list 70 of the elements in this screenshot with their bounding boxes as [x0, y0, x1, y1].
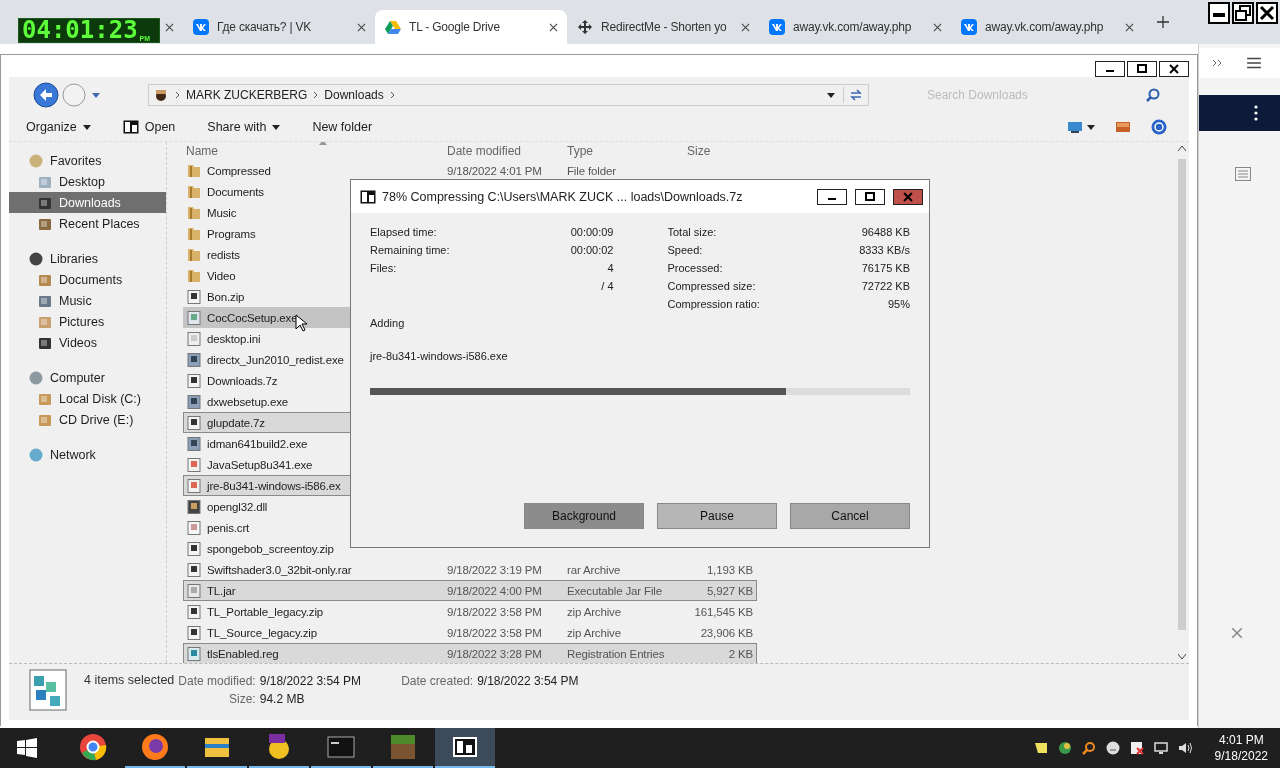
file-name: penis.crt	[207, 521, 250, 534]
stat-value: 00:00:02	[570, 244, 614, 256]
tray-date: 9/18/2022	[1214, 748, 1268, 764]
stat-label: Remaining time:	[370, 244, 450, 256]
stat-value: 4	[607, 262, 614, 274]
date-cell-text: 9/18/2022 3:58 PM	[447, 605, 543, 618]
action-label: Adding	[370, 317, 406, 331]
file-name: opengl32.dll	[207, 500, 268, 513]
date-cell-text: 9/18/2022 3:58 PM	[447, 626, 543, 639]
size-cell-text: 1,193 KB	[705, 563, 753, 576]
stat-label: Compression ratio:	[667, 298, 760, 310]
file-name: Video	[207, 269, 236, 282]
size-cell-text: 2 KB	[727, 647, 753, 660]
stat-label: Compressed size:	[667, 280, 756, 292]
size-cell-text: 5,927 KB	[705, 584, 753, 597]
stat-value: 95%	[887, 298, 910, 310]
file-name: Swiftshader3.0_32bit-only.rar	[207, 563, 352, 576]
file-name: idman641build2.exe	[207, 437, 308, 450]
stat-value: 00:00:09	[570, 226, 614, 238]
stat-label: Total size:	[667, 226, 717, 238]
size-cell-text: 161,545 KB	[693, 605, 753, 618]
type-cell-text: File folder	[567, 164, 617, 177]
stat-value: / 4	[601, 280, 614, 292]
file-name: Documents	[207, 185, 264, 198]
file-name: redists	[207, 248, 240, 261]
stat-value: 76175 KB	[861, 262, 910, 274]
file-name: Compressed	[207, 164, 271, 177]
dialog-title: 78% Compressing C:\Users\MARK ZUCK ... loads\Downloads.7z	[382, 189, 743, 204]
file-name: desktop.ini	[207, 332, 261, 345]
type-cell-text: Registration Entries	[567, 647, 666, 660]
detail-value: 94.2 MB	[259, 692, 306, 706]
date-cell-text: 9/18/2022 3:28 PM	[447, 647, 543, 660]
detail-value: 9/18/2022 3:54 PM	[477, 674, 579, 688]
clock-time: 04:01:23	[22, 18, 138, 42]
detail-label: Date created:	[401, 674, 474, 688]
stat-value: 96488 KB	[861, 226, 910, 238]
type-cell-text: Executable Jar File	[567, 584, 663, 597]
stat-label: Processed:	[667, 262, 723, 274]
stat-label: Speed:	[667, 244, 703, 256]
stat-value: 8333 KB/s	[859, 244, 910, 256]
selection-count: 4 items selected	[84, 673, 175, 687]
type-cell-text: zip Archive	[567, 626, 622, 639]
file-name: Programs	[207, 227, 256, 240]
file-name: glupdate.7z	[207, 416, 265, 429]
file-name: Downloads.7z	[207, 374, 278, 387]
stat-value: 72722 KB	[861, 280, 910, 292]
date-cell-text: 9/18/2022 4:00 PM	[447, 584, 543, 597]
date-cell-text: 9/18/2022 3:19 PM	[447, 563, 543, 576]
file-name: spongebob_screentoy.zip	[207, 542, 334, 555]
file-name: tlsEnabled.reg	[207, 647, 279, 660]
stat-label: Files:	[370, 262, 397, 274]
file-name: directx_Jun2010_redist.exe	[207, 353, 344, 366]
file-name: jre-8u341-windows-i586.ex	[207, 479, 341, 492]
type-cell-text: zip Archive	[567, 605, 622, 618]
file-name: TL.jar	[207, 584, 236, 597]
file-name: Music	[207, 206, 237, 219]
file-name: JavaSetup8u341.exe	[207, 458, 313, 471]
detail-label: Date modified:	[178, 674, 256, 688]
file-name: TL_Source_legacy.zip	[207, 626, 317, 639]
tray-time: 4:01 PM	[1218, 732, 1264, 748]
current-file: jre-8u341-windows-i586.exe	[370, 350, 509, 364]
date-cell-text: 9/18/2022 4:01 PM	[447, 164, 543, 177]
size-cell-text: 23,906 KB	[699, 626, 753, 639]
detail-value: 9/18/2022 3:54 PM	[259, 674, 362, 688]
detail-label: Size:	[228, 692, 256, 706]
stat-label: Elapsed time:	[370, 226, 437, 238]
file-name: TL_Portable_legacy.zip	[207, 605, 324, 618]
type-cell-text: rar Archive	[567, 563, 622, 576]
file-name: Bon.zip	[207, 290, 245, 303]
file-name: dxwebsetup.exe	[207, 395, 288, 408]
